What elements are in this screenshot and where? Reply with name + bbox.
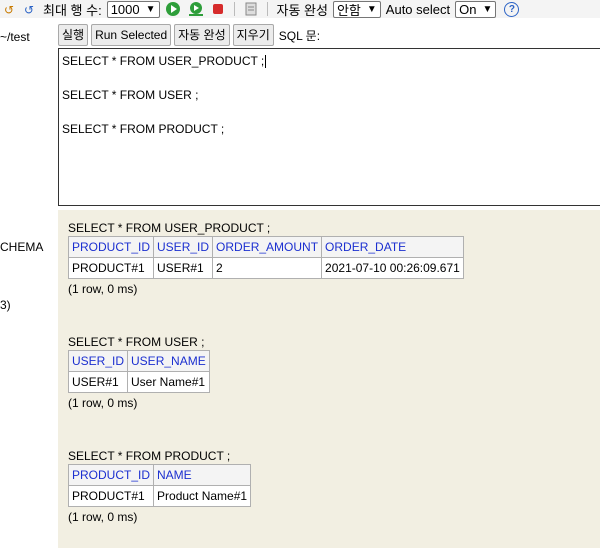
svg-text:↺: ↺ <box>4 3 14 16</box>
result-query: SELECT * FROM USER_PRODUCT ; <box>68 221 271 235</box>
table-header-row: PRODUCT_ID USER_ID ORDER_AMOUNT ORDER_DA… <box>67 236 464 258</box>
table-header-row: PRODUCT_ID NAME <box>67 464 252 486</box>
result-table: USER_ID USER_NAME USER#1 User Name#1 <box>67 350 210 393</box>
auto-select-select[interactable]: On ▼ <box>455 0 497 18</box>
text-caret <box>265 55 267 69</box>
column-header[interactable]: NAME <box>153 464 252 486</box>
table-header-row: USER_ID USER_NAME <box>67 350 210 372</box>
autocomplete-button[interactable]: 자동 완성 <box>174 24 230 46</box>
max-rows-select[interactable]: 1000 ▼ <box>106 0 160 18</box>
run-icon[interactable] <box>165 1 181 17</box>
result-query: SELECT * FROM USER ; <box>68 335 205 349</box>
row-count-info: (1 row, 0 ms) <box>68 282 138 296</box>
column-header[interactable]: PRODUCT_ID <box>67 464 155 486</box>
max-rows-label: 최대 행 수: <box>43 2 102 18</box>
sql-line: SELECT * FROM USER_PRODUCT ; <box>62 54 267 69</box>
table-row: PRODUCT#1 Product Name#1 <box>67 485 252 507</box>
result-table: PRODUCT_ID USER_ID ORDER_AMOUNT ORDER_DA… <box>67 236 464 279</box>
column-header[interactable]: PRODUCT_ID <box>67 236 155 258</box>
result-query: SELECT * FROM PRODUCT ; <box>68 449 231 463</box>
history-icon[interactable] <box>244 1 258 17</box>
sql-editor[interactable]: SELECT * FROM USER_PRODUCT ; SELECT * FR… <box>58 48 600 206</box>
sql-line: SELECT * FROM USER ; <box>62 88 199 102</box>
auto-select-label: Auto select <box>385 1 451 17</box>
svg-text:↺: ↺ <box>24 3 34 16</box>
results-panel: SELECT * FROM USER_PRODUCT ; PRODUCT_ID … <box>58 210 600 548</box>
schema-tree-panel: ~/test CHEMA 3) <box>0 18 58 548</box>
help-icon[interactable]: ? <box>504 1 520 17</box>
sql-line: SELECT * FROM PRODUCT ; <box>62 122 225 136</box>
table-cell: 2 <box>212 257 323 279</box>
row-count-info: (1 row, 0 ms) <box>68 396 138 410</box>
clear-button[interactable]: 지우기 <box>232 24 274 46</box>
column-header[interactable]: ORDER_DATE <box>321 236 464 258</box>
toolbar: ↺ ↺ 최대 행 수: 1000 ▼ 자동 완성 안함 ▼ Auto selec… <box>0 0 600 18</box>
autocomplete-label: 자동 완성 <box>276 2 328 18</box>
column-header[interactable]: USER_ID <box>67 350 129 372</box>
column-header[interactable]: ORDER_AMOUNT <box>212 236 323 258</box>
toolbar-separator <box>233 2 235 16</box>
run-selected-icon[interactable] <box>187 1 205 17</box>
tree-item-count: 3) <box>0 298 11 312</box>
table-row: USER#1 User Name#1 <box>67 371 210 393</box>
row-count-info: (1 row, 0 ms) <box>68 510 138 524</box>
result-block: SELECT * FROM USER ; USER_ID USER_NAME U… <box>67 335 210 410</box>
result-block: SELECT * FROM PRODUCT ; PRODUCT_ID NAME … <box>67 449 252 524</box>
column-header[interactable]: USER_NAME <box>127 350 210 372</box>
column-header[interactable]: USER_ID <box>153 236 214 258</box>
run-button[interactable]: 실행 <box>58 24 89 46</box>
result-block: SELECT * FROM USER_PRODUCT ; PRODUCT_ID … <box>67 221 464 296</box>
chevron-down-icon: ▼ <box>145 3 156 15</box>
stop-icon[interactable] <box>211 1 225 17</box>
autocomplete-select[interactable]: 안함 ▼ <box>332 0 381 18</box>
result-table: PRODUCT_ID NAME PRODUCT#1 Product Name#1 <box>67 464 252 507</box>
tree-item-schema[interactable]: CHEMA <box>0 240 43 254</box>
table-cell: User Name#1 <box>127 371 210 393</box>
tree-item-path[interactable]: ~/test <box>0 30 30 44</box>
commit-icon[interactable]: ↺ <box>3 1 17 17</box>
query-button-row: 실행 Run Selected 자동 완성 지우기 SQL 문: <box>58 24 320 46</box>
table-cell: Product Name#1 <box>153 485 252 507</box>
chevron-down-icon: ▼ <box>366 3 377 15</box>
table-cell: USER#1 <box>153 257 214 279</box>
sql-statement-label: SQL 문: <box>278 28 321 43</box>
toolbar-separator <box>266 2 268 16</box>
chevron-down-icon: ▼ <box>482 3 493 15</box>
table-row: PRODUCT#1 USER#1 2 2021-07-10 00:26:09.6… <box>67 257 464 279</box>
run-selected-button[interactable]: Run Selected <box>91 24 172 46</box>
table-cell: PRODUCT#1 <box>67 257 155 279</box>
table-cell: PRODUCT#1 <box>67 485 155 507</box>
rollback-icon[interactable]: ↺ <box>23 1 37 17</box>
table-cell: 2021-07-10 00:26:09.671 <box>321 257 464 279</box>
table-cell: USER#1 <box>67 371 129 393</box>
